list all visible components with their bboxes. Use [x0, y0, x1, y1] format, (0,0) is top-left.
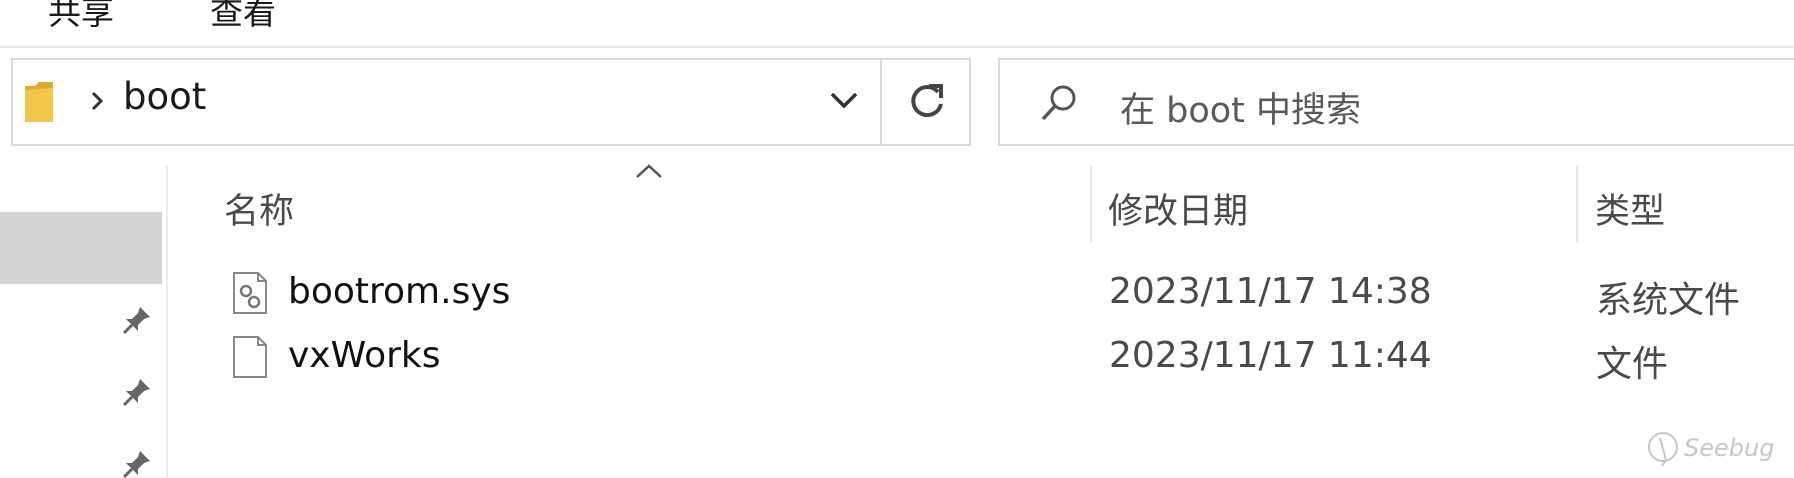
nav-selected-item[interactable]: [0, 212, 162, 284]
search-box[interactable]: 在 boot 中搜索: [998, 58, 1794, 146]
refresh-button[interactable]: [883, 60, 969, 144]
search-icon: [1041, 85, 1076, 121]
breadcrumb-separator-icon[interactable]: [81, 85, 113, 117]
pin-icon[interactable]: [120, 447, 154, 478]
sort-ascending-icon: [636, 164, 662, 178]
chevron-down-icon: [830, 92, 858, 109]
column-header-date[interactable]: 修改日期: [1108, 183, 1248, 234]
folder-icon: [25, 82, 53, 122]
ribbon-tabs: 共享 查看: [0, 0, 1794, 46]
blank-file-icon: [233, 336, 267, 378]
breadcrumb-item-boot[interactable]: boot: [123, 75, 206, 118]
address-history-button[interactable]: [803, 60, 891, 144]
column-header-name[interactable]: 名称: [224, 183, 294, 234]
address-bar[interactable]: boot: [11, 58, 971, 146]
tab-share[interactable]: 共享: [48, 0, 114, 34]
column-header-type[interactable]: 类型: [1595, 183, 1665, 234]
navigation-pane: [0, 165, 168, 478]
address-bar-divider: [880, 60, 882, 144]
refresh-icon: [911, 84, 943, 118]
search-input[interactable]: 在 boot 中搜索: [1120, 82, 1361, 133]
table-row[interactable]: vxWorks 2023/11/17 11:44 文件: [220, 329, 1794, 389]
column-separator[interactable]: [1576, 165, 1578, 243]
file-type: 文件: [1596, 344, 1669, 385]
ribbon-divider: [0, 46, 1794, 48]
watermark-text: Seebug: [1684, 434, 1775, 462]
table-row[interactable]: bootrom.sys 2023/11/17 14:38 系统文件: [220, 265, 1794, 325]
file-name: bootrom.sys: [288, 271, 511, 312]
system-file-icon: [233, 272, 267, 314]
file-date: 2023/11/17 14:38: [1109, 271, 1432, 312]
seebug-logo-icon: [1648, 432, 1678, 467]
file-type: 系统文件: [1596, 280, 1741, 321]
file-name: vxWorks: [288, 335, 441, 376]
pin-icon[interactable]: [120, 303, 154, 337]
pin-icon[interactable]: [120, 375, 154, 409]
tab-view[interactable]: 查看: [210, 0, 276, 34]
column-separator[interactable]: [1090, 165, 1092, 243]
file-date: 2023/11/17 11:44: [1109, 335, 1432, 376]
